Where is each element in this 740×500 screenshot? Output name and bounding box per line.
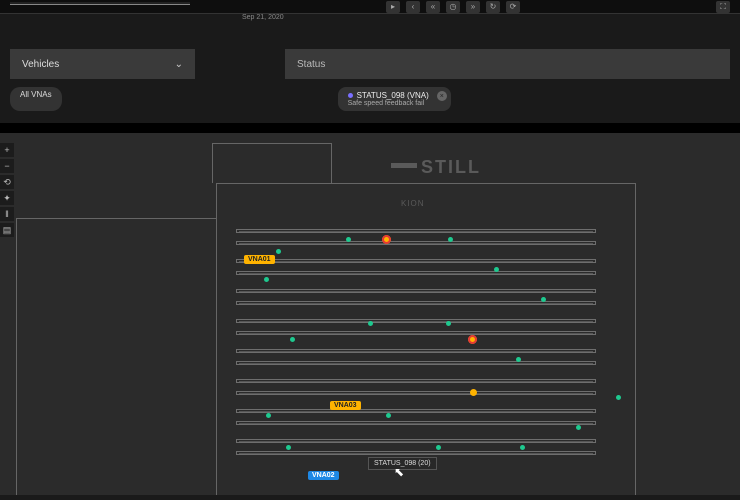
- zoom-out-button[interactable]: −: [0, 159, 14, 173]
- rack-lane: [236, 349, 596, 353]
- step-back-button[interactable]: ‹: [406, 1, 420, 13]
- vehicle-dot[interactable]: [264, 277, 269, 282]
- date-label: Sep 21, 2020: [242, 14, 284, 21]
- vehicle-dot[interactable]: [346, 237, 351, 242]
- columns-button[interactable]: ‖: [0, 207, 14, 221]
- clock-button[interactable]: ◷: [446, 1, 460, 13]
- map-area[interactable]: + − ⟲ ✦ ‖ ▤ STILL KION: [0, 133, 740, 495]
- rack-lane: [236, 439, 596, 443]
- loop-button[interactable]: ⟳: [506, 1, 520, 13]
- vehicle-dot[interactable]: [386, 413, 391, 418]
- vehicle-dot[interactable]: [520, 445, 525, 450]
- rack-lane: [236, 259, 596, 263]
- vehicle-dot[interactable]: [436, 445, 441, 450]
- chip-status-title: STATUS_098 (VNA): [348, 91, 429, 100]
- filter-row: Vehicles ⌄ Status: [0, 14, 740, 87]
- vehicle-dot[interactable]: [286, 445, 291, 450]
- status-filter[interactable]: Status: [285, 49, 730, 79]
- rack-lane: [236, 289, 596, 293]
- layers-button[interactable]: ▤: [0, 223, 14, 237]
- vehicle-dot[interactable]: [368, 321, 373, 326]
- cursor-icon: ⬉: [394, 465, 406, 479]
- vehicle-dot[interactable]: [576, 425, 581, 430]
- forward-button[interactable]: »: [466, 1, 480, 13]
- vehicle-dot[interactable]: [290, 337, 295, 342]
- chip-status-msg: Safe speed feedback fail: [348, 100, 429, 107]
- top-bar: ▸ ‹ « ◷ » ↻ ⟳ ⛶: [0, 0, 740, 14]
- vehicle-label-vna03[interactable]: VNA03: [330, 401, 361, 410]
- rack-lane: [236, 451, 596, 455]
- refresh-button[interactable]: ↻: [486, 1, 500, 13]
- vehicles-dropdown[interactable]: Vehicles ⌄: [10, 49, 195, 79]
- rack-lane: [236, 409, 596, 413]
- alert-dot[interactable]: [382, 235, 391, 244]
- still-logo: STILL: [391, 157, 481, 178]
- play-button[interactable]: ▸: [386, 1, 400, 13]
- reset-view-button[interactable]: ⟲: [0, 175, 14, 189]
- rack-lane: [236, 391, 596, 395]
- status-dot-icon: [348, 93, 353, 98]
- alert-dot[interactable]: [468, 335, 477, 344]
- vehicle-dot[interactable]: [448, 237, 453, 242]
- kion-logo: KION: [401, 199, 425, 208]
- vehicle-dot[interactable]: [446, 321, 451, 326]
- close-icon[interactable]: ×: [437, 91, 447, 101]
- warn-dot[interactable]: [470, 389, 477, 396]
- divider: [0, 123, 740, 133]
- chips-row: All VNAs STATUS_098 (VNA) Safe speed fee…: [0, 87, 740, 123]
- zoom-in-button[interactable]: +: [0, 143, 14, 157]
- vehicle-dot[interactable]: [541, 297, 546, 302]
- fullscreen-button[interactable]: ⛶: [716, 1, 730, 13]
- rack-lane: [236, 421, 596, 425]
- rack-lane: [236, 271, 596, 275]
- rack-lane: [236, 379, 596, 383]
- vehicle-dot[interactable]: [266, 413, 271, 418]
- rack-lane: [236, 331, 596, 335]
- rack-lane: [236, 319, 596, 323]
- rewind-button[interactable]: «: [426, 1, 440, 13]
- vehicle-label-vna02[interactable]: VNA02: [308, 471, 339, 480]
- chevron-down-icon: ⌄: [175, 59, 183, 70]
- status-filter-label: Status: [297, 59, 325, 70]
- settings-button[interactable]: ✦: [0, 191, 14, 205]
- chip-all-vnas[interactable]: All VNAs: [10, 87, 62, 111]
- chip-status-098[interactable]: STATUS_098 (VNA) Safe speed feedback fai…: [338, 87, 451, 111]
- vehicle-label-vna01[interactable]: VNA01: [244, 255, 275, 264]
- vehicle-dot[interactable]: [516, 357, 521, 362]
- vehicle-dot[interactable]: [276, 249, 281, 254]
- warehouse-plan: STILL KION: [16, 143, 730, 495]
- search-input[interactable]: [10, 2, 190, 5]
- map-toolbar: + − ⟲ ✦ ‖ ▤: [0, 143, 14, 237]
- rack-lane: [236, 241, 596, 245]
- vehicle-dot[interactable]: [494, 267, 499, 272]
- rack-lane: [236, 361, 596, 365]
- rack-lane: [236, 229, 596, 233]
- vehicle-dot[interactable]: [616, 395, 621, 400]
- vehicles-dropdown-label: Vehicles: [22, 59, 59, 70]
